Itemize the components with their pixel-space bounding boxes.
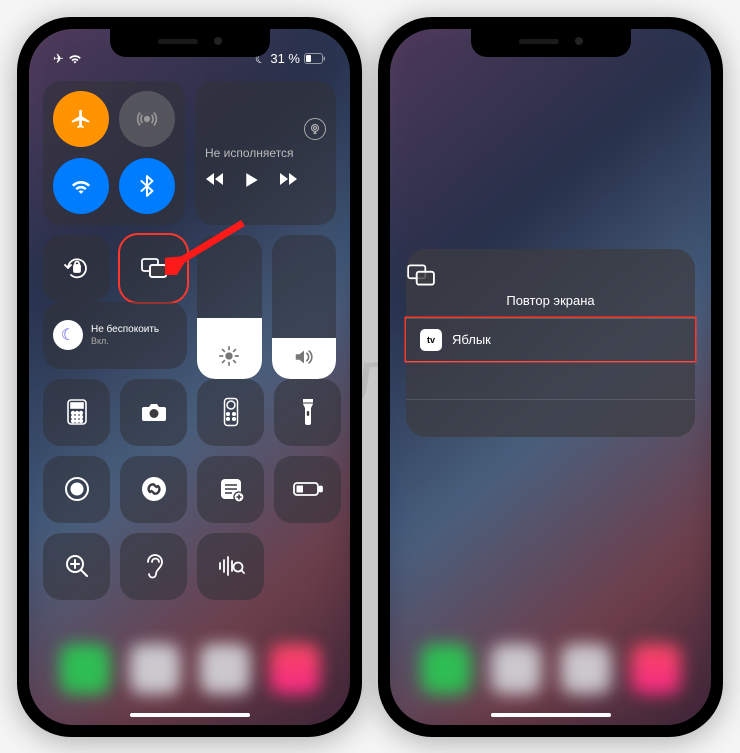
notch [471,29,631,57]
airplane-icon: ✈︎ [53,51,64,67]
moon-icon: ☾ [53,320,83,350]
battery-icon [304,53,326,64]
volume-slider[interactable] [272,235,337,379]
camera-button[interactable] [120,379,187,446]
panel-title: Повтор экрана [406,293,695,308]
airplay-audio-icon[interactable] [304,118,326,140]
notes-button[interactable] [197,456,264,523]
phone-right: Повтор экрана tv Яблык [378,17,723,737]
dnd-button[interactable]: ☾ Не беспокоить Вкл. [43,302,187,369]
play-button[interactable] [245,172,259,188]
screen-mirroring-icon [406,263,695,287]
hearing-button[interactable] [120,533,187,600]
apple-tv-icon: tv [420,329,442,351]
device-row-appletv[interactable]: tv Яблык [406,318,695,361]
battery-percent: 31 % [270,51,300,66]
volume-icon [293,347,315,367]
shazam-button[interactable] [120,456,187,523]
screen-mirroring-button[interactable] [120,235,187,302]
brightness-icon [218,345,240,367]
wifi-icon [68,53,82,64]
orientation-lock-button[interactable] [43,235,110,302]
rewind-button[interactable] [205,172,225,188]
connectivity-group [43,81,185,225]
home-indicator [491,713,611,717]
dnd-state: Вкл. [91,336,159,346]
media-controls-tile[interactable]: Не исполняется [195,81,336,225]
forward-button[interactable] [279,172,299,188]
cellular-toggle[interactable] [119,91,175,147]
wifi-toggle[interactable] [53,158,109,214]
screen-record-button[interactable] [43,456,110,523]
screen-mirroring-panel: Повтор экрана tv Яблык [406,249,695,437]
notch [110,29,270,57]
flashlight-button[interactable] [274,379,341,446]
device-name: Яблык [452,332,491,347]
magnifier-button[interactable] [43,533,110,600]
calculator-button[interactable] [43,379,110,446]
now-playing-label: Не исполняется [205,146,326,160]
bluetooth-toggle[interactable] [119,158,175,214]
brightness-slider[interactable] [197,235,262,379]
empty-row [406,399,695,437]
sound-recognition-button[interactable] [197,533,264,600]
empty-row [406,361,695,399]
dock [29,625,350,725]
dnd-title: Не беспокоить [91,324,159,336]
airplane-mode-toggle[interactable] [53,91,109,147]
phone-left: ✈︎ ☾ 31 % [17,17,362,737]
home-indicator [130,713,250,717]
apple-tv-remote-button[interactable] [197,379,264,446]
dock [390,625,711,725]
low-power-button[interactable] [274,456,341,523]
